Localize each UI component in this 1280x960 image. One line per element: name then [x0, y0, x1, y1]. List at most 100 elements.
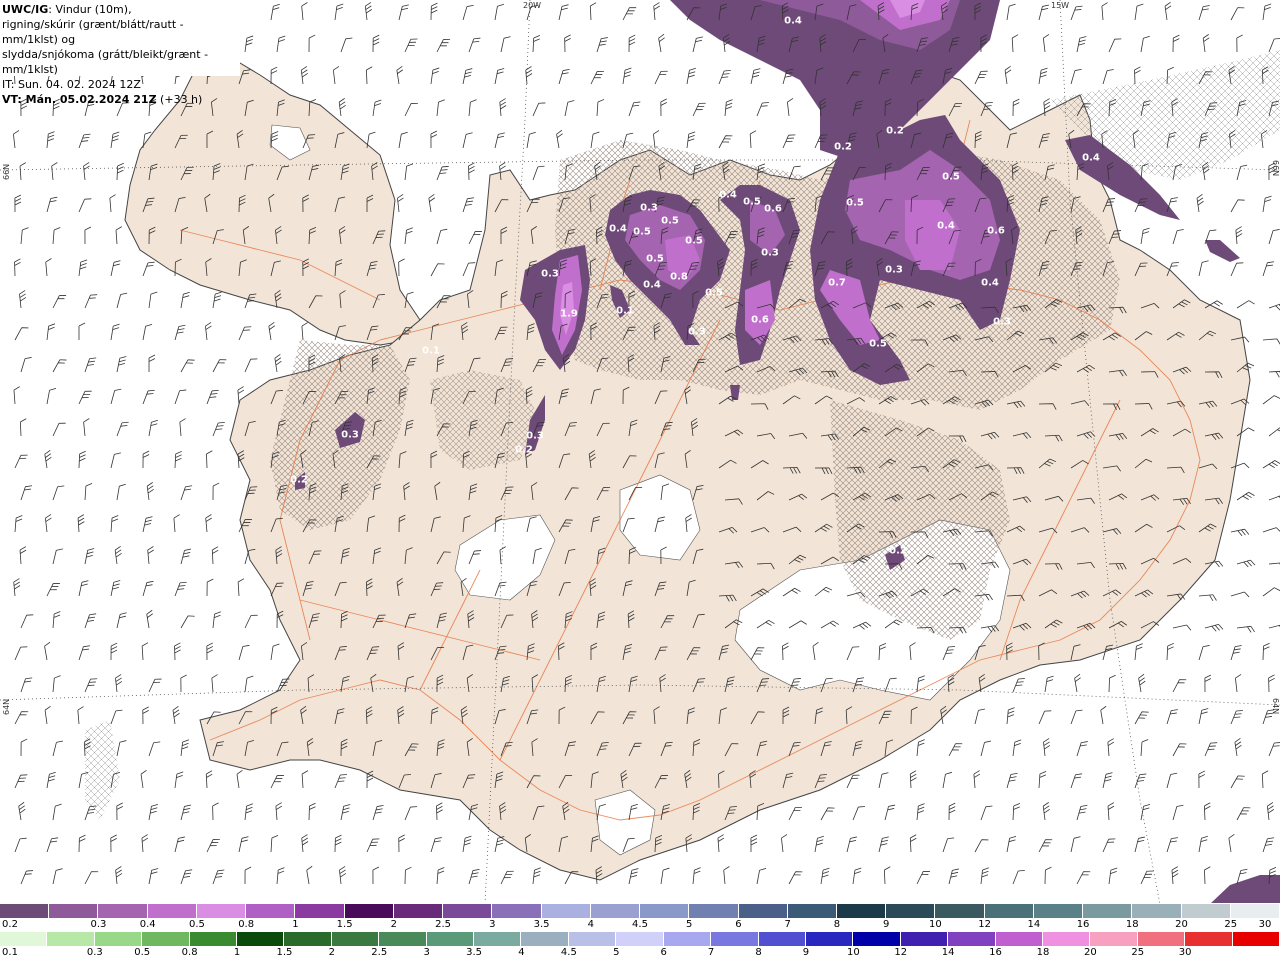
wind-barb	[468, 231, 482, 245]
wind-barb	[372, 866, 380, 885]
wind-barb	[717, 834, 725, 853]
wind-barb	[782, 134, 796, 149]
wind-barb	[44, 449, 52, 469]
wind-barb	[692, 36, 703, 53]
wind-barb	[212, 482, 220, 501]
legend-tick-label: 1.5	[336, 919, 353, 930]
legend-tick-label: 7	[707, 947, 715, 958]
wind-barb	[46, 323, 56, 341]
wind-barb	[1268, 427, 1280, 437]
legend-tick-label: 4.5	[560, 947, 577, 958]
wind-barb	[1172, 229, 1184, 245]
wind-barb	[980, 867, 989, 885]
wind-barb	[1076, 804, 1088, 821]
legend-tick-label: 1	[233, 947, 241, 958]
wind-barb	[174, 324, 186, 341]
wind-barb	[436, 165, 449, 181]
legend-tick-label: 12	[978, 919, 991, 930]
legend-color-swatch	[836, 904, 887, 918]
wind-barb	[46, 837, 59, 853]
legend-tick-label: 8	[755, 947, 762, 958]
value-label: 0.2	[886, 125, 904, 137]
legend-tick-label: 2	[390, 919, 398, 930]
wind-barb	[1262, 527, 1280, 533]
wind-barb	[110, 515, 119, 533]
wind-barb	[1268, 494, 1280, 502]
wind-barb	[18, 801, 26, 821]
wind-barb	[366, 838, 380, 853]
legend-color-swatch	[295, 904, 345, 918]
map-info-box: UWC/IG: Vindur (10m), rigning/skúrir (gr…	[0, 0, 240, 106]
wind-barb	[372, 99, 382, 117]
wind-barb	[110, 580, 121, 597]
wind-barb	[20, 870, 34, 885]
legend-color-swatch	[1033, 904, 1084, 918]
legend-tick-label: 3.5	[533, 919, 550, 930]
iceland-map	[0, 0, 1280, 904]
wind-barb	[1038, 839, 1053, 853]
wind-barb	[1268, 624, 1280, 631]
value-label: 0.1	[616, 305, 634, 317]
wind-barb	[20, 614, 34, 629]
wind-barb	[884, 804, 896, 821]
wind-barb	[974, 70, 988, 85]
wind-barb	[398, 4, 409, 21]
legend-color-swatch	[147, 904, 197, 918]
wind-barb	[244, 803, 253, 821]
legend-tick-label: 4	[518, 947, 525, 958]
wind-barb	[1204, 674, 1212, 693]
legend-color-swatch	[47, 932, 95, 946]
wind-barb	[1198, 5, 1210, 21]
legend-tick-label: 0.5	[134, 947, 151, 958]
legend-tick-label: 5	[613, 947, 620, 958]
wind-barb	[654, 70, 668, 85]
wind-barb	[1140, 739, 1149, 757]
wind-barb	[1235, 226, 1243, 245]
wind-barb	[78, 834, 86, 853]
wind-barb	[205, 322, 212, 341]
wind-barb	[564, 100, 575, 117]
wind-barb	[1262, 195, 1272, 213]
legend-tick-label: 2.5	[435, 919, 452, 930]
wind-barb	[52, 611, 61, 629]
wind-barb	[1204, 866, 1211, 885]
legend-tick-label: 3.5	[466, 947, 483, 958]
wind-barb	[749, 130, 757, 149]
wind-barb	[430, 263, 445, 277]
wind-barb	[180, 739, 190, 757]
wind-barb	[1236, 300, 1255, 309]
value-label: 0.6	[987, 225, 1005, 237]
wind-barb	[174, 581, 187, 597]
value-label: 0.2	[515, 444, 533, 456]
wind-barb	[916, 739, 925, 757]
wind-barb	[244, 358, 258, 373]
legend-tick-label: 2.5	[371, 947, 388, 958]
wind-barb	[84, 678, 98, 693]
legend-color-swatch	[900, 932, 949, 946]
wind-barb	[13, 578, 21, 597]
legend-tick-label: 20	[1083, 947, 1097, 958]
legend-tick-label: 12	[894, 947, 908, 958]
legend-color-swatch	[379, 932, 427, 946]
value-label: 0.3	[541, 268, 559, 280]
wind-barb	[1140, 227, 1150, 245]
legend-color-swatch	[616, 932, 664, 946]
legend-tick-label: 6	[735, 919, 742, 930]
wind-barb	[398, 834, 405, 853]
wind-barb	[301, 770, 309, 789]
wind-barb	[211, 674, 218, 693]
wind-barb	[974, 839, 989, 853]
wind-barb	[750, 68, 761, 85]
wind-barb	[1044, 675, 1054, 693]
wind-barb	[142, 580, 154, 597]
wind-barb	[180, 485, 193, 501]
wind-barb	[500, 870, 514, 885]
wind-barb	[1107, 738, 1115, 757]
wind-barb	[19, 418, 27, 437]
wind-barb	[499, 98, 507, 117]
wind-barb	[1042, 34, 1050, 53]
wind-barb	[142, 450, 150, 469]
legend-color-swatch	[492, 904, 542, 918]
wind-barb	[20, 485, 33, 501]
value-label: 0.4	[937, 220, 955, 232]
